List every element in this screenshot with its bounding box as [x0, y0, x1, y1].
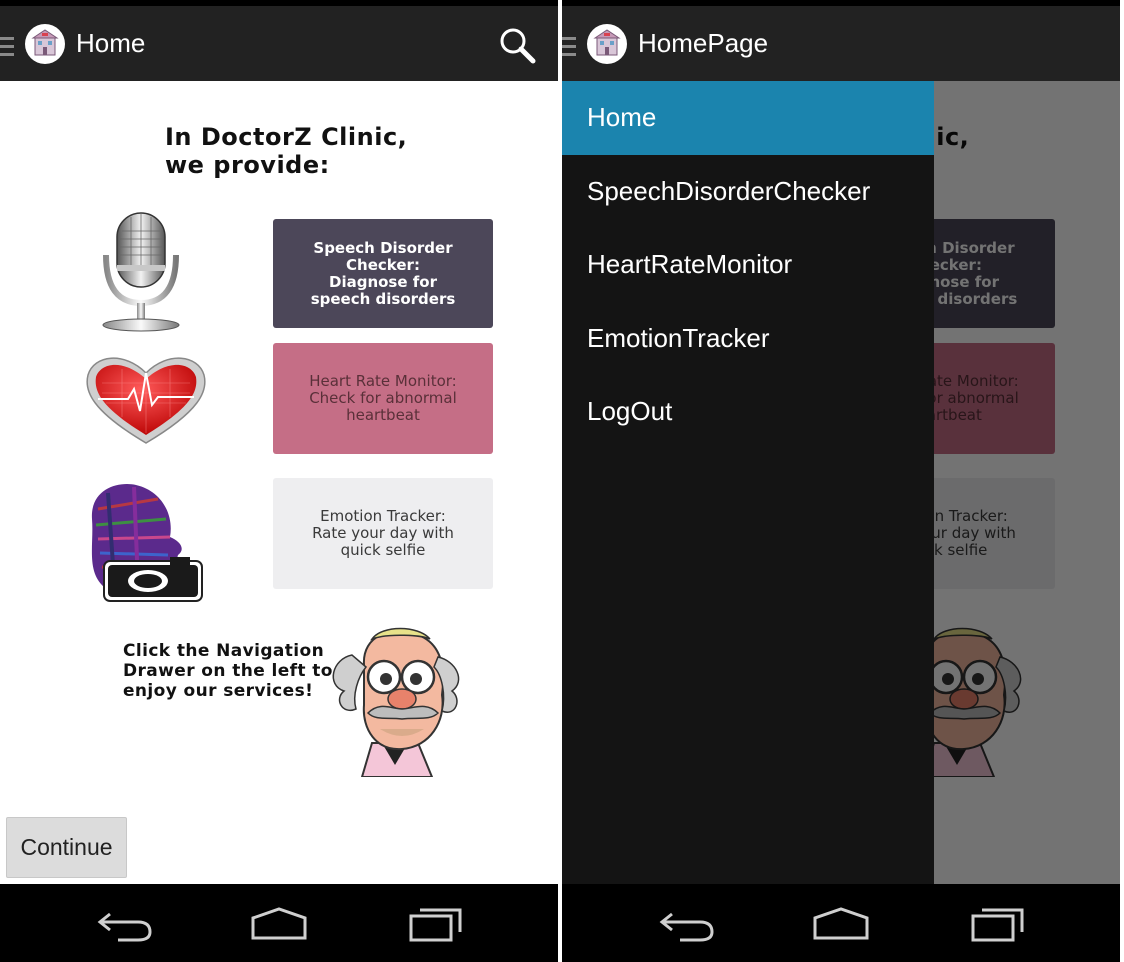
clinic-app-icon[interactable]: [24, 23, 66, 65]
intro-heading: In DoctorZ Clinic, we provide:: [165, 123, 408, 179]
action-bar: Home: [0, 6, 558, 81]
drawer-open-screen: HomePage In DoctorZ Clinic, we provide: …: [562, 0, 1120, 962]
hamburger-icon[interactable]: [0, 37, 14, 59]
drawer-item-heart-rate-monitor[interactable]: HeartRateMonitor: [562, 228, 934, 302]
speech-disorder-card[interactable]: Speech Disorder Checker: Diagnose for sp…: [273, 219, 493, 328]
face-camera-icon: [91, 484, 203, 602]
drawer-item-speech-disorder-checker[interactable]: SpeechDisorderChecker: [562, 155, 934, 229]
navigation-hint: Click the Navigation Drawer on the left …: [123, 641, 333, 701]
page-title: Home: [76, 28, 146, 58]
emotion-tracker-card[interactable]: Emotion Tracker: Rate your day with quic…: [273, 478, 493, 589]
home-content: In DoctorZ Clinic, we provide: Speech Di…: [0, 81, 558, 884]
home-icon[interactable]: [250, 906, 308, 940]
system-nav-bar: [0, 884, 558, 962]
continue-button[interactable]: Continue: [6, 817, 127, 878]
heart-rate-icon: [86, 357, 206, 444]
drawer-item-emotion-tracker[interactable]: EmotionTracker: [562, 302, 934, 376]
hamburger-icon[interactable]: [562, 37, 576, 59]
clinic-app-icon[interactable]: [586, 23, 628, 65]
back-icon[interactable]: [96, 906, 154, 942]
drawer-item-home[interactable]: Home: [562, 81, 934, 155]
recent-apps-icon[interactable]: [408, 904, 464, 942]
home-icon[interactable]: [812, 906, 870, 940]
doctor-cartoon: [332, 627, 460, 777]
search-icon[interactable]: [498, 26, 536, 64]
recent-apps-icon[interactable]: [970, 904, 1026, 942]
action-bar: HomePage: [562, 6, 1120, 81]
navigation-drawer: Home SpeechDisorderChecker HeartRateMoni…: [562, 81, 934, 884]
system-nav-bar: [562, 884, 1120, 962]
back-icon[interactable]: [658, 906, 716, 942]
drawer-item-logout[interactable]: LogOut: [562, 375, 934, 449]
heart-rate-card[interactable]: Heart Rate Monitor: Check for abnormal h…: [273, 343, 493, 454]
microphone-icon: [102, 212, 180, 332]
home-screen: Home In DoctorZ Clinic, we provide: Spee…: [0, 0, 558, 962]
page-title: HomePage: [638, 28, 769, 58]
